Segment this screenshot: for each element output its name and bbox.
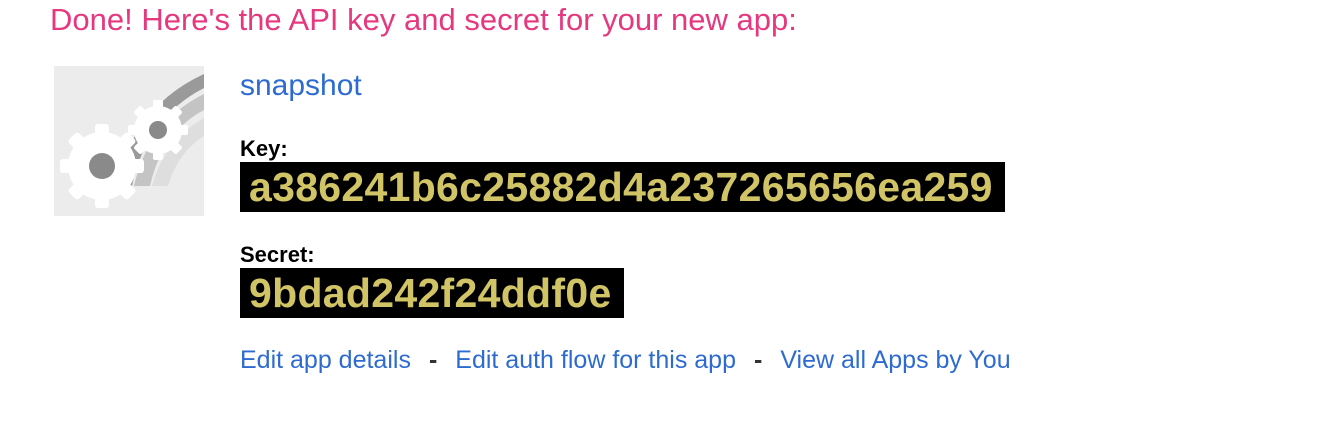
app-actions: Edit app details - Edit auth flow for this… xyxy=(240,345,1011,375)
gears-icon xyxy=(54,66,204,216)
view-all-apps-link[interactable]: View all Apps by You xyxy=(780,346,1010,374)
link-separator: - xyxy=(428,346,438,374)
edit-auth-flow-link[interactable]: Edit auth flow for this app xyxy=(455,346,736,374)
secret-label: Secret: xyxy=(240,242,315,267)
app-name-link[interactable]: snapshot xyxy=(240,66,1011,106)
api-key-value: a386241b6c25882d4a237265656ea259 xyxy=(240,162,1005,212)
edit-app-details-link[interactable]: Edit app details xyxy=(240,346,411,374)
link-separator: - xyxy=(754,346,763,374)
app-details: snapshot Key: a386241b6c25882d4a23726565… xyxy=(240,66,1011,375)
api-secret-value: 9bdad242f24ddf0e xyxy=(240,268,624,318)
app-created-page: Done! Here's the API key and secret for … xyxy=(0,0,1326,444)
success-message: Done! Here's the API key and secret for … xyxy=(50,2,797,37)
key-label: Key: xyxy=(240,136,288,161)
